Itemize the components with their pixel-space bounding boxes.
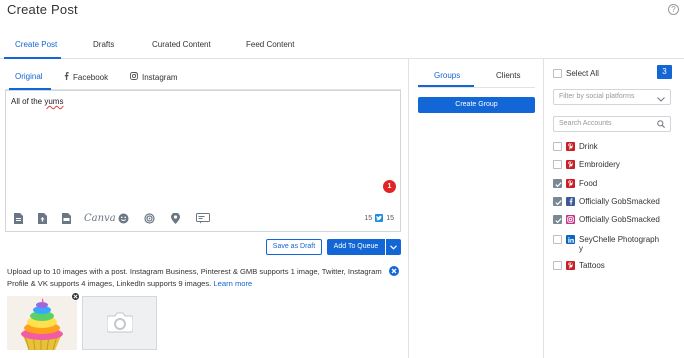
account-row[interactable]: Officially GobSmacked — [553, 213, 678, 227]
add-to-queue-button[interactable]: Add To Queue — [327, 239, 385, 255]
account-checkbox[interactable] — [553, 160, 562, 169]
location-pin-icon[interactable] — [171, 211, 180, 225]
search-accounts-placeholder: Search Accounts — [559, 120, 612, 127]
tab-groups[interactable]: Groups — [434, 71, 460, 80]
account-row[interactable]: Tattoos — [553, 259, 678, 273]
account-row[interactable]: Drink — [553, 140, 678, 154]
error-count-badge[interactable]: 1 — [383, 180, 396, 193]
emoji-icon[interactable] — [118, 211, 129, 225]
account-row[interactable]: SeyChelle Photograph y — [553, 233, 678, 255]
twitter-char-count: 15 — [386, 214, 394, 222]
account-checkbox[interactable] — [553, 179, 562, 188]
platform-filter-placeholder: Filter by social platforms — [559, 93, 635, 100]
tab-original[interactable]: Original — [15, 72, 43, 81]
tab-instagram-label: Instagram — [142, 72, 178, 82]
linkedin-icon — [566, 235, 575, 244]
twitter-icon — [375, 214, 384, 222]
platform-filter-select[interactable]: Filter by social platforms — [553, 89, 671, 105]
help-icon[interactable]: ? — [668, 4, 679, 15]
document-icon[interactable] — [14, 211, 23, 225]
account-checkbox[interactable] — [553, 261, 562, 270]
preview-icon[interactable] — [196, 211, 210, 225]
account-name: Embroidery — [579, 160, 620, 169]
account-row[interactable]: Food — [553, 177, 678, 191]
misspelled-word[interactable]: yums — [44, 97, 63, 106]
page-title: Create Post — [7, 2, 78, 17]
queue-options-dropdown[interactable] — [386, 239, 401, 255]
pinterest-icon — [566, 160, 575, 169]
instagram-icon — [130, 72, 138, 82]
groups-panel: Groups Clients Create Group — [409, 59, 544, 358]
add-image-slot[interactable] — [82, 296, 157, 350]
account-name: Tattoos — [579, 261, 605, 270]
account-name: Drink — [579, 142, 598, 151]
select-all-checkbox[interactable] — [553, 69, 562, 78]
tab-facebook-label: Facebook — [73, 72, 109, 82]
upload-note-text: Upload up to 10 images with a post. Inst… — [7, 267, 382, 288]
divider — [418, 87, 535, 88]
chevron-down-icon — [657, 94, 665, 108]
upload-note: Upload up to 10 images with a post. Inst… — [7, 266, 382, 290]
upload-file-icon[interactable] — [38, 211, 47, 225]
tab-instagram[interactable]: Instagram — [130, 72, 178, 82]
tab-facebook[interactable]: Facebook — [64, 72, 108, 82]
account-name: Officially GobSmacked — [579, 197, 660, 206]
pinterest-icon — [566, 261, 575, 270]
account-name-line1: SeyChelle Photograph — [579, 235, 660, 244]
account-name: Food — [579, 179, 598, 188]
canva-icon[interactable]: Canva — [84, 211, 116, 225]
tab-curated-content[interactable]: Curated Content — [152, 40, 211, 49]
tab-original-label: Original — [15, 72, 43, 81]
char-count: 15 — [364, 214, 373, 222]
account-checkbox[interactable] — [553, 215, 562, 224]
selected-count-badge: 3 — [657, 65, 672, 79]
account-name: SeyChelle Photograph y — [579, 235, 669, 253]
facebook-icon — [566, 197, 575, 206]
account-name: Officially GobSmacked — [579, 215, 660, 224]
dismiss-note-icon[interactable] — [389, 266, 399, 276]
accounts-panel: Select All 3 Filter by social platforms … — [544, 59, 684, 358]
learn-more-link[interactable]: Learn more — [213, 279, 252, 288]
account-checkbox[interactable] — [553, 197, 562, 206]
tab-feed-content[interactable]: Feed Content — [246, 40, 294, 49]
post-text[interactable]: All of the yums — [11, 97, 63, 106]
target-icon[interactable] — [144, 211, 155, 225]
facebook-icon — [64, 72, 69, 82]
network-tabs: Original Facebook Instagram — [5, 59, 401, 90]
tab-clients[interactable]: Clients — [496, 71, 520, 80]
select-all-label[interactable]: Select All — [566, 69, 599, 78]
create-group-button[interactable]: Create Group — [418, 97, 535, 113]
save-as-draft-button[interactable]: Save as Draft — [266, 239, 322, 255]
uploaded-image-cupcake[interactable] — [7, 296, 77, 350]
remove-image-icon[interactable] — [71, 292, 80, 301]
search-icon — [657, 120, 665, 134]
search-accounts-input[interactable]: Search Accounts — [553, 116, 671, 132]
instagram-icon — [566, 215, 575, 224]
pinterest-icon — [566, 142, 575, 151]
active-group-tab-indicator — [418, 85, 474, 87]
pinterest-icon — [566, 179, 575, 188]
tab-drafts[interactable]: Drafts — [93, 40, 114, 49]
character-counts: 15 15 — [364, 214, 394, 222]
chevron-down-icon — [390, 243, 397, 252]
account-checkbox[interactable] — [553, 142, 562, 151]
tab-create-post[interactable]: Create Post — [15, 40, 57, 49]
account-row[interactable]: Officially GobSmacked — [553, 195, 678, 209]
pdf-icon[interactable] — [62, 211, 71, 225]
account-checkbox[interactable] — [553, 235, 562, 244]
account-row[interactable]: Embroidery — [553, 158, 678, 172]
main-tabs: Create Post Drafts Curated Content Feed … — [0, 35, 684, 59]
camera-icon — [106, 312, 133, 335]
post-text-main: All of the — [11, 97, 45, 106]
post-editor[interactable]: All of the yums 1 Canva 15 15 — [5, 90, 401, 232]
account-name-line2: y — [579, 244, 583, 253]
